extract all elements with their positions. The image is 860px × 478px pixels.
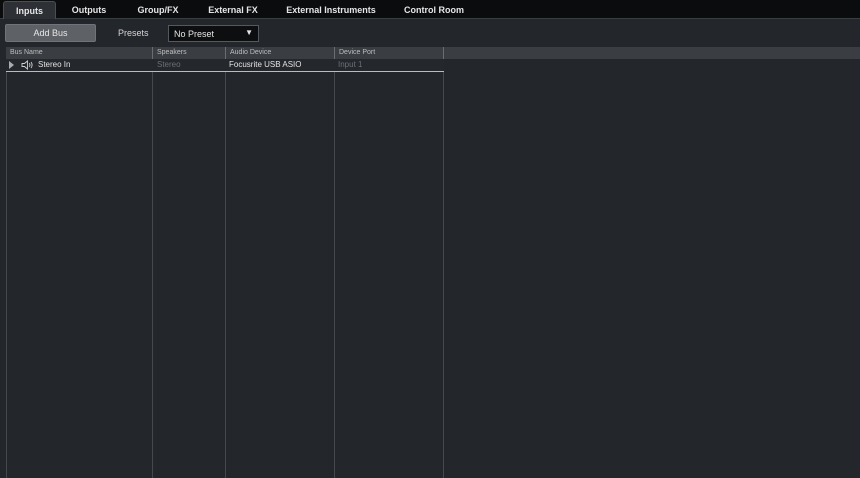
column-divider [152,47,153,478]
column-header-speakers[interactable]: Speakers [153,47,226,59]
triangle-down-icon: ▼ [245,28,253,37]
bus-configuration-window: Inputs Outputs Group/FX External FX Exte… [0,0,860,478]
preset-dropdown-value: No Preset [174,29,215,39]
presets-label: Presets [118,28,149,38]
toolbar: Add Bus Presets No Preset ▼ [0,19,860,47]
expand-arrow-icon[interactable] [9,61,14,69]
tab-external-instruments[interactable]: External Instruments [280,1,382,19]
tab-group-fx[interactable]: Group/FX [128,1,188,19]
tab-external-fx[interactable]: External FX [198,1,268,19]
audio-device-cell[interactable]: Focusrite USB ASIO [229,59,301,71]
column-divider [334,47,335,478]
table-header: Bus Name Speakers Audio Device Device Po… [6,47,860,59]
column-divider [6,47,7,478]
device-port-cell[interactable]: Input 1 [338,59,362,71]
table-row[interactable]: Stereo In Stereo Focusrite USB ASIO Inpu… [6,59,444,72]
column-divider [225,47,226,478]
preset-dropdown[interactable]: No Preset ▼ [168,25,259,42]
speaker-icon [21,60,33,70]
column-divider [443,47,444,478]
speakers-cell: Stereo [157,60,181,69]
add-bus-button[interactable]: Add Bus [5,24,96,42]
tab-control-room[interactable]: Control Room [396,1,472,19]
tab-bar: Inputs Outputs Group/FX External FX Exte… [0,0,860,19]
bus-table: Bus Name Speakers Audio Device Device Po… [6,47,860,478]
column-header-device-port[interactable]: Device Port [335,47,444,59]
tab-outputs[interactable]: Outputs [62,1,116,19]
column-header-audio-device[interactable]: Audio Device [226,47,335,59]
tab-inputs[interactable]: Inputs [3,1,56,19]
column-header-bus-name[interactable]: Bus Name [6,47,153,59]
bus-name-cell[interactable]: Stereo In [38,59,70,71]
